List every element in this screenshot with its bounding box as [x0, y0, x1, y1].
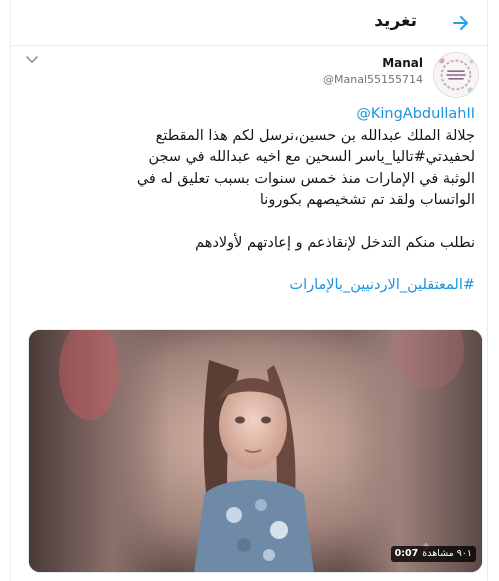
- tweet-line: لحفيدتي#تاليا_ياسر السحين مع اخيه عبدالل…: [148, 149, 475, 165]
- video-duration: 0:07: [394, 548, 419, 559]
- tweet-line: جلالة الملك عبدالله بن حسين،نرسل لكم هذا…: [155, 127, 475, 144]
- video-badge: 0:07 ٩٠١ مشاهدة: [390, 546, 476, 562]
- author-display-name[interactable]: Manal: [382, 56, 423, 70]
- mention-link[interactable]: @KingAbdullahII: [356, 104, 475, 126]
- tweet-text: @KingAbdullahII جلالة الملك عبدالله بن ح…: [23, 104, 475, 297]
- tweet-line: الوثبة في الإمارات منذ خمس سنوات بسبب تع…: [136, 170, 475, 187]
- hashtag-link[interactable]: #المعتقلين_الاردنيين_بالإمارات: [289, 277, 475, 293]
- tweet-line: الواتساب ولقد تم تشخيصهم بكورونا: [259, 192, 475, 208]
- tweet-detail-page: تغريد Manal @Manal55155714 @KingAbdullah…: [10, 0, 488, 581]
- video-frame: [29, 330, 482, 572]
- top-bar: تغريد: [11, 0, 487, 46]
- tweet-request-line: نطلب منكم التدخل لإنقاذعم و إعادتهم لأول…: [195, 234, 475, 251]
- back-arrow-icon[interactable]: [451, 13, 471, 33]
- video-thumbnail[interactable]: ◈ 0:07 ٩٠١ مشاهدة: [28, 329, 483, 573]
- avatar[interactable]: [433, 52, 479, 98]
- page-title: تغريد: [374, 11, 417, 31]
- video-view-count: ٩٠١ مشاهدة: [422, 548, 472, 559]
- chevron-down-icon[interactable]: [25, 55, 39, 65]
- author-handle[interactable]: @Manal55155714: [323, 73, 423, 86]
